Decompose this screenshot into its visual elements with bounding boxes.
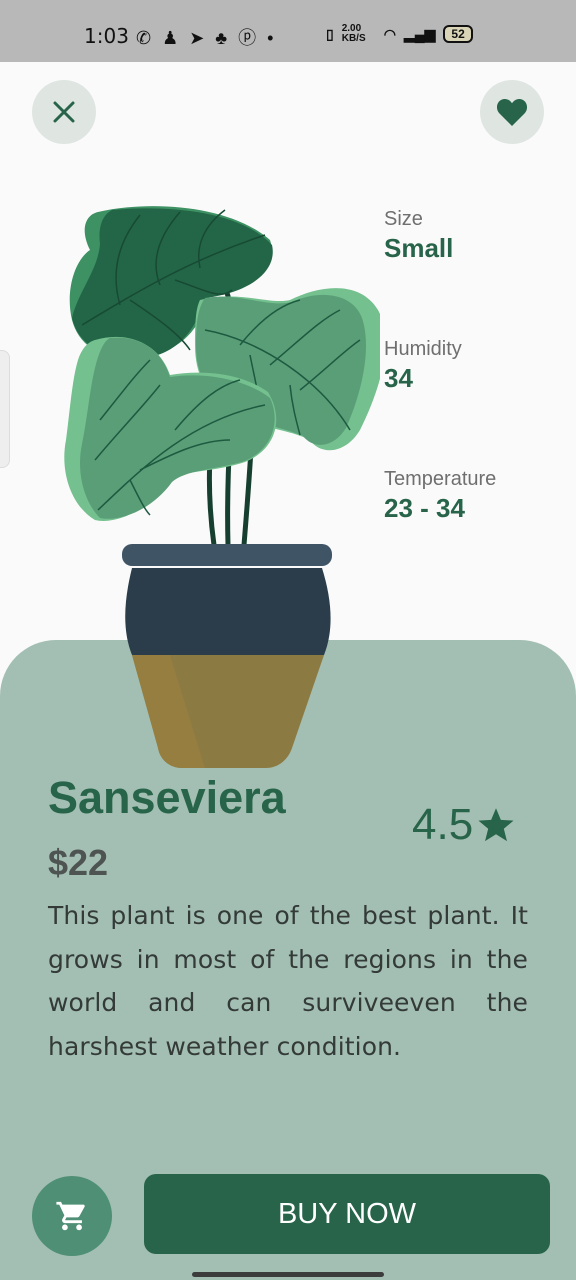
product-price: $22 bbox=[48, 842, 109, 883]
product-rating: 4.5 bbox=[412, 800, 515, 850]
status-time: 1:03 bbox=[84, 24, 129, 48]
wifi-icon: ◠ bbox=[383, 25, 396, 42]
cart-icon bbox=[56, 1201, 85, 1231]
status-bar: 1:03 ✆ ♟ ➤ ♣ ⓟ • ▯ 2.00 KB/S ◠ ▂▄▆ 52 bbox=[0, 0, 576, 62]
product-description: This plant is one of the best plant. It … bbox=[48, 901, 528, 1061]
notification-icons: ✆ ♟ ➤ ♣ ⓟ • bbox=[136, 28, 277, 48]
spec-temperature: Temperature 23 - 34 bbox=[384, 468, 496, 524]
spec-label: Humidity bbox=[384, 338, 462, 360]
close-icon bbox=[53, 101, 75, 123]
net-speed: 2.00 KB/S bbox=[341, 23, 366, 44]
add-to-cart-button[interactable] bbox=[32, 1176, 112, 1256]
battery-icon: 52 bbox=[443, 25, 473, 43]
favorite-button[interactable] bbox=[480, 80, 544, 144]
signal-icon: ▂▄▆ bbox=[403, 25, 436, 42]
buy-now-button[interactable]: BUY NOW bbox=[144, 1174, 550, 1254]
spec-value: 23 - 34 bbox=[384, 493, 465, 523]
spec-label: Size bbox=[384, 208, 423, 230]
spec-humidity: Humidity 34 bbox=[384, 338, 462, 394]
rating-value: 4.5 bbox=[412, 800, 474, 849]
vibrate-icon: ▯ bbox=[326, 25, 334, 42]
plant-pot bbox=[122, 544, 332, 768]
close-button[interactable] bbox=[32, 80, 96, 144]
home-indicator[interactable] bbox=[192, 1272, 384, 1277]
spec-value: Small bbox=[384, 233, 454, 263]
spec-value: 34 bbox=[384, 363, 413, 393]
heart-icon bbox=[496, 98, 528, 126]
plant-illustration bbox=[64, 206, 380, 768]
spec-label: Temperature bbox=[384, 468, 497, 490]
star-icon bbox=[478, 808, 514, 842]
spec-size: Size Small bbox=[384, 208, 453, 264]
product-name: Sanseviera bbox=[48, 772, 286, 823]
system-icons: ▯ 2.00 KB/S ◠ ▂▄▆ 52 bbox=[326, 24, 473, 44]
